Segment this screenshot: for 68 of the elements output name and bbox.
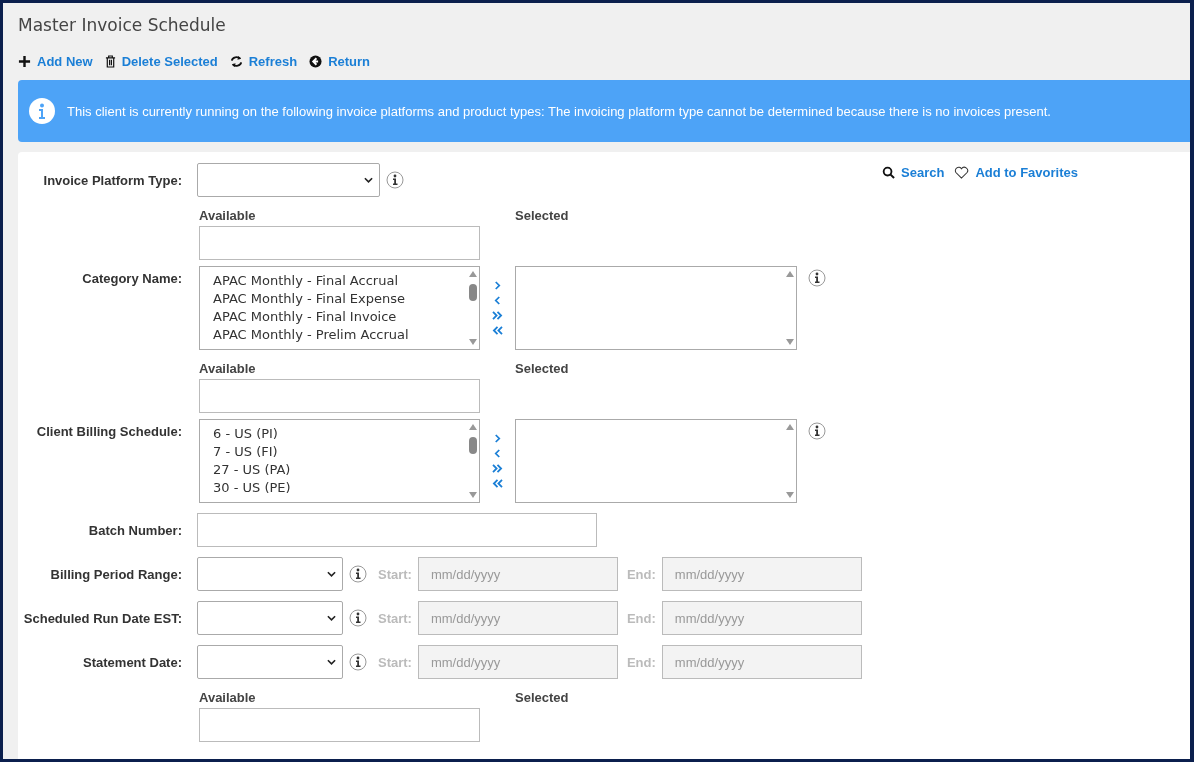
info-icon[interactable] — [349, 653, 367, 671]
end-label: End: — [626, 610, 656, 626]
column-heading: Selected — [515, 690, 570, 705]
list-option[interactable]: APAC Monthly - Prelim Accrual — [213, 326, 467, 344]
column-heading: Selected — [515, 208, 570, 223]
banner-message: This client is currently running on the following invoice platforms and product types: The invoicing platform type cannot be determined because there is no invoices present. — [67, 103, 1051, 119]
column-heading: Available — [199, 690, 257, 705]
move-all-left-button[interactable] — [492, 323, 503, 338]
field-label: Statement Date: — [82, 654, 182, 670]
column-heading: Available — [199, 361, 257, 376]
field-label: Batch Number: — [87, 522, 182, 538]
dropdown[interactable] — [197, 557, 343, 591]
info-icon[interactable] — [808, 269, 826, 287]
selected-listbox[interactable] — [515, 266, 797, 350]
field-label: Category Name: — [81, 271, 182, 286]
dropdown[interactable] — [197, 601, 343, 635]
end-label: End: — [626, 654, 656, 670]
list-option[interactable]: APAC Monthly - Final Accrual — [213, 272, 467, 290]
page-title: Master Invoice Schedule — [18, 14, 227, 37]
info-icon[interactable] — [808, 422, 826, 440]
info-icon[interactable] — [349, 565, 367, 583]
list-option[interactable]: 30 - US (PE) — [213, 479, 467, 497]
toolbar-link[interactable]: Refresh — [229, 54, 298, 69]
end-label: End: — [626, 566, 656, 582]
move-all-right-button[interactable] — [492, 461, 503, 476]
list-option[interactable]: 7 - US (FI) — [213, 443, 467, 461]
toolbar-link[interactable]: Add New — [18, 54, 93, 69]
list-option[interactable]: 6 - US (PI) — [213, 425, 467, 443]
list-option[interactable]: APAC Monthly - Final Invoice — [213, 308, 467, 326]
dropdown[interactable] — [197, 163, 380, 197]
caret-icon — [327, 571, 336, 577]
info-icon[interactable] — [349, 609, 367, 627]
filter-input[interactable] — [199, 708, 480, 742]
start-label: Start: — [378, 610, 412, 626]
selected-listbox[interactable] — [515, 419, 797, 503]
available-listbox[interactable]: 6 - US (PI) 7 - US (FI) 27 - US (PA) 30 - US (PE) — [199, 419, 480, 503]
field-label: Billing Period Range: — [49, 566, 182, 582]
search-icon — [882, 166, 895, 179]
move-all-left-button[interactable] — [492, 476, 503, 491]
toolbar-link[interactable]: Delete Selected — [104, 54, 218, 69]
available-listbox[interactable]: APAC Monthly - Final Accrual APAC Monthly - Final Expense APAC Monthly - Final Invoice APAC Monthly - Prelim Accrual — [199, 266, 480, 350]
back-arrow-icon — [309, 55, 323, 68]
start-label: Start: — [378, 566, 412, 582]
move-all-right-button[interactable] — [492, 308, 503, 323]
action-link[interactable]: Search — [882, 165, 945, 180]
field-label: Client Billing Schedule: — [35, 424, 182, 439]
caret-icon — [327, 615, 336, 621]
toolbar-link[interactable]: Return — [309, 54, 371, 69]
filter-input[interactable] — [199, 226, 480, 260]
caret-icon — [327, 659, 336, 665]
start-label: Start: — [378, 654, 412, 670]
caret-icon — [364, 177, 373, 183]
info-icon[interactable] — [386, 171, 404, 189]
column-heading: Available — [199, 208, 257, 223]
plus-icon — [18, 55, 31, 68]
list-option[interactable]: 27 - US (PA) — [213, 461, 467, 479]
filter-input[interactable] — [199, 379, 480, 413]
input-field[interactable] — [197, 513, 597, 547]
list-option[interactable]: APAC Monthly - Final Expense — [213, 290, 467, 308]
field-label: Invoice Platform Type: — [42, 172, 182, 188]
heart-icon — [954, 166, 970, 179]
action-link[interactable]: Add to Favorites — [954, 165, 1078, 180]
field-label: Scheduled Run Date EST: — [22, 610, 182, 626]
dropdown[interactable] — [197, 645, 343, 679]
info-icon — [29, 98, 55, 124]
column-heading: Selected — [515, 361, 570, 376]
refresh-icon — [229, 55, 243, 68]
trash-icon — [104, 55, 116, 68]
